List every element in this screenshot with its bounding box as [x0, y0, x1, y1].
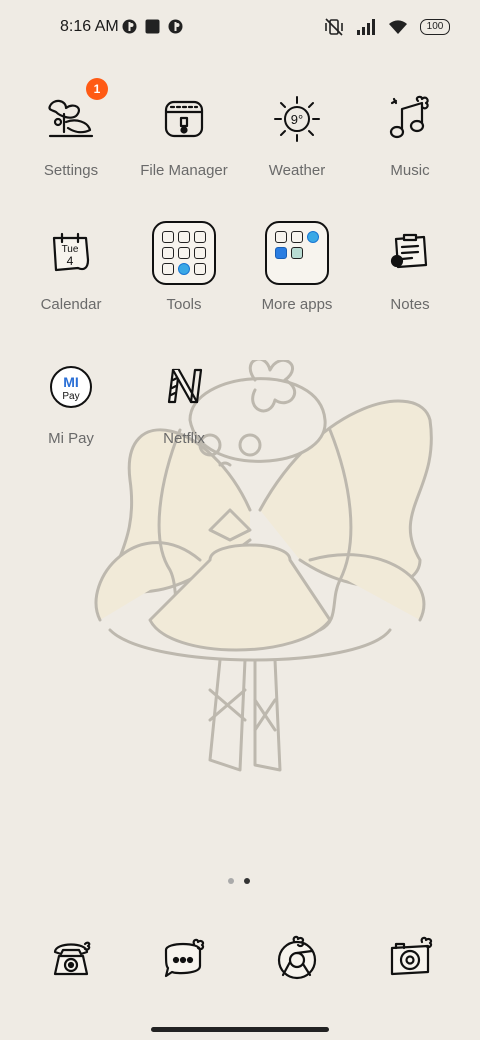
mi-logo-text: MI: [63, 374, 79, 390]
weather-sun-icon: 9°: [274, 96, 320, 142]
dock-camera[interactable]: [382, 930, 438, 986]
system-icons: 100: [324, 18, 450, 36]
app-mi-pay[interactable]: MI Pay Mi Pay: [15, 352, 127, 447]
folder-app-icon: [177, 231, 190, 244]
page-indicator[interactable]: [228, 878, 250, 884]
home-indicator[interactable]: [151, 1027, 329, 1032]
vibrate-off-icon: [325, 18, 343, 36]
notification-icons: [122, 19, 183, 34]
app-label: Tools: [166, 296, 202, 313]
folder-app-icon: [275, 231, 288, 244]
app-calendar[interactable]: Tue 4 Calendar: [15, 218, 127, 313]
notification-app-icon: [168, 19, 183, 34]
folder-app-icon: [177, 262, 190, 275]
app-label: Mi Pay: [48, 430, 94, 447]
file-manager-doodle-icon: [164, 100, 204, 138]
folder-app-icon: [306, 231, 319, 244]
folder-app-icon: [290, 246, 303, 259]
folder-app-icon: [162, 231, 175, 244]
signal-icon: [357, 19, 375, 35]
dock-phone[interactable]: [43, 930, 99, 986]
folder-app-icon: [162, 262, 175, 275]
notes-icon: [390, 233, 428, 269]
folder-more-apps[interactable]: More apps: [241, 218, 353, 313]
app-label: Notes: [390, 296, 430, 313]
app-weather[interactable]: 9° Weather: [241, 84, 353, 179]
folder-tools[interactable]: Tools: [128, 218, 240, 313]
folder-app-icon: [193, 246, 206, 259]
dock-messages[interactable]: [156, 930, 212, 986]
notification-badge: 1: [86, 78, 108, 100]
app-file-manager[interactable]: File Manager: [128, 84, 240, 179]
app-label: Netflix: [163, 430, 205, 447]
folder-app-icon: [275, 246, 288, 259]
dock-browser[interactable]: [269, 930, 325, 986]
app-settings[interactable]: 1 Settings: [15, 78, 127, 179]
folder-app-icon: [193, 231, 206, 244]
folder-app-icon: [290, 231, 303, 244]
status-time: 8:16 AM: [60, 18, 119, 35]
settings-doodle-icon: [48, 99, 94, 138]
messages-icon: [164, 938, 205, 978]
app-label: More apps: [261, 296, 333, 313]
camera-icon: [390, 936, 433, 976]
app-music[interactable]: Music: [354, 84, 466, 179]
folder-app-icon: [162, 246, 175, 259]
calendar-date: 4: [67, 254, 74, 268]
dock: [0, 930, 480, 990]
phone-icon: [53, 941, 91, 976]
app-label: Settings: [43, 162, 99, 179]
folder-icon: [152, 221, 216, 285]
page-dot-active[interactable]: [244, 878, 250, 884]
notification-square-icon: [145, 19, 160, 34]
page-dot[interactable]: [228, 878, 234, 884]
status-bar: 8:16 AM 100: [0, 0, 480, 56]
battery-indicator: 100: [420, 19, 450, 35]
app-notes[interactable]: Notes: [354, 218, 466, 313]
app-label: Calendar: [40, 296, 102, 313]
pay-logo-text: Pay: [62, 391, 79, 402]
netflix-doodle-icon: [167, 368, 203, 404]
app-label: File Manager: [140, 162, 228, 179]
calendar-icon: Tue 4: [52, 232, 90, 272]
music-note-icon: [389, 95, 429, 139]
app-label: Weather: [268, 162, 326, 179]
mi-pay-icon: MI Pay: [50, 366, 92, 408]
app-netflix[interactable]: Netflix: [128, 352, 240, 447]
notification-app-icon: [122, 19, 137, 34]
folder-app-icon: [177, 246, 190, 259]
app-label: Music: [390, 162, 430, 179]
weather-temperature: 9°: [291, 112, 303, 127]
folder-app-icon: [193, 262, 206, 275]
browser-icon: [277, 935, 317, 980]
wifi-icon: [389, 20, 407, 34]
folder-icon: [265, 221, 329, 285]
